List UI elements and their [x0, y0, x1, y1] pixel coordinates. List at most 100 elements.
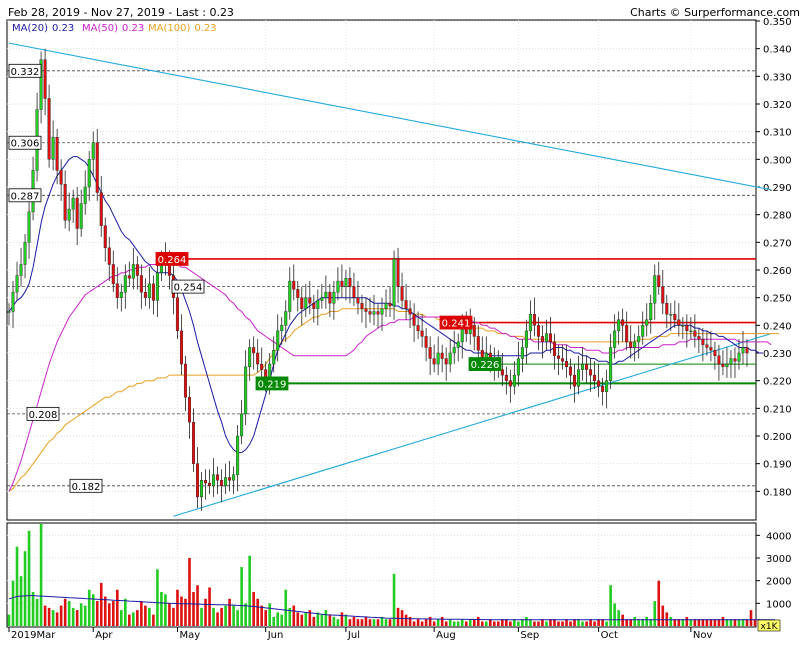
volume-bar	[545, 621, 548, 626]
candle	[256, 352, 260, 365]
candle	[633, 341, 637, 348]
volume-bar	[617, 610, 620, 626]
candle	[677, 319, 681, 326]
candle	[228, 477, 232, 481]
candle	[280, 325, 284, 332]
volume-bar	[216, 612, 219, 626]
volume-bar	[456, 621, 460, 626]
volume-bar	[577, 619, 580, 626]
candle	[589, 369, 593, 376]
volume-bar	[236, 610, 239, 626]
volume-bar	[733, 619, 737, 626]
candle	[552, 341, 556, 356]
level-badge-label-0.182: 0.182	[72, 482, 101, 493]
candle	[232, 474, 236, 481]
volume-bar	[436, 619, 440, 626]
candle	[55, 136, 59, 171]
candle	[573, 374, 577, 387]
volume-bar	[448, 619, 452, 626]
volume-bar	[59, 605, 63, 626]
price-tick-label: 0.250	[763, 294, 792, 305]
candle	[119, 291, 123, 298]
volume-bar	[741, 619, 745, 626]
stock-chart: Feb 28, 2019 - Nov 27, 2019 - Last : 0.2…	[6, 6, 800, 641]
candle	[348, 278, 352, 287]
candle	[436, 352, 440, 365]
candle	[380, 308, 384, 315]
volume-bar	[501, 619, 504, 626]
volume-bar	[228, 598, 231, 626]
candle	[179, 330, 183, 365]
volume-bar	[196, 585, 199, 626]
volume-bar	[300, 614, 304, 626]
legend-ma50: MA(50) 0.23	[82, 23, 144, 34]
volume-bar	[689, 619, 693, 626]
price-tick-label: 0.180	[763, 487, 792, 498]
candle	[428, 347, 432, 359]
candle	[320, 297, 324, 301]
price-tick-label: 0.210	[763, 404, 792, 415]
price-tick-label: 0.220	[763, 377, 792, 388]
volume-bar	[589, 619, 592, 626]
volume-bar	[180, 596, 183, 626]
candle	[155, 272, 159, 301]
candle	[536, 325, 540, 337]
candle	[625, 325, 629, 343]
candle	[581, 363, 585, 370]
volume-bar	[697, 619, 701, 626]
volume-bar	[87, 589, 91, 626]
volume-bar	[63, 598, 67, 626]
candle	[444, 358, 448, 365]
candle	[400, 286, 404, 301]
month-tick-label: Apr	[95, 630, 113, 641]
candle	[745, 347, 749, 354]
candle	[512, 374, 516, 387]
price-tick-label: 0.350	[763, 17, 792, 28]
candle	[661, 286, 665, 304]
candle	[67, 208, 71, 221]
volume-bar	[19, 576, 23, 626]
candle	[649, 303, 653, 321]
price-tick-label: 0.270	[763, 238, 792, 249]
volume-bar	[115, 589, 119, 626]
candle	[404, 300, 408, 309]
month-tick-label: May	[179, 630, 200, 641]
volume-bar	[39, 524, 43, 626]
candle	[63, 184, 67, 221]
candle	[252, 347, 256, 354]
month-axis: 2019Mar Apr May Jun Jul Aug Sep Oct Nov	[8, 627, 712, 641]
candle	[569, 366, 573, 376]
candle	[456, 341, 460, 348]
level-badge-label-0.306: 0.306	[11, 139, 40, 150]
volume-bar	[192, 592, 195, 626]
volume-bar	[693, 619, 697, 626]
volume-bar	[79, 603, 83, 626]
candle	[300, 297, 304, 309]
candle	[653, 275, 657, 304]
candle	[196, 463, 200, 498]
volume-bar	[649, 619, 653, 626]
volume-bar	[75, 610, 79, 626]
volume-bar	[140, 601, 143, 626]
candle	[47, 98, 51, 160]
volume-tick-label: 4000	[766, 531, 791, 542]
volume-bar	[681, 619, 685, 626]
volume-bar	[344, 614, 348, 626]
level-badge-label-0.287: 0.287	[11, 191, 40, 202]
volume-bar	[629, 619, 632, 626]
candle	[340, 280, 344, 287]
candle	[75, 197, 79, 229]
candle	[143, 291, 147, 298]
candle	[296, 289, 300, 298]
candle	[737, 352, 741, 362]
volume-bar	[537, 621, 540, 626]
volume-bar	[513, 619, 516, 626]
candle	[364, 308, 368, 312]
candle	[452, 347, 456, 354]
volume-bar	[517, 621, 520, 626]
volume-bar	[360, 619, 364, 626]
candle	[304, 297, 308, 309]
volume-bar	[472, 619, 476, 626]
candle	[532, 314, 536, 326]
volume-tick-label: 1000	[766, 599, 791, 610]
